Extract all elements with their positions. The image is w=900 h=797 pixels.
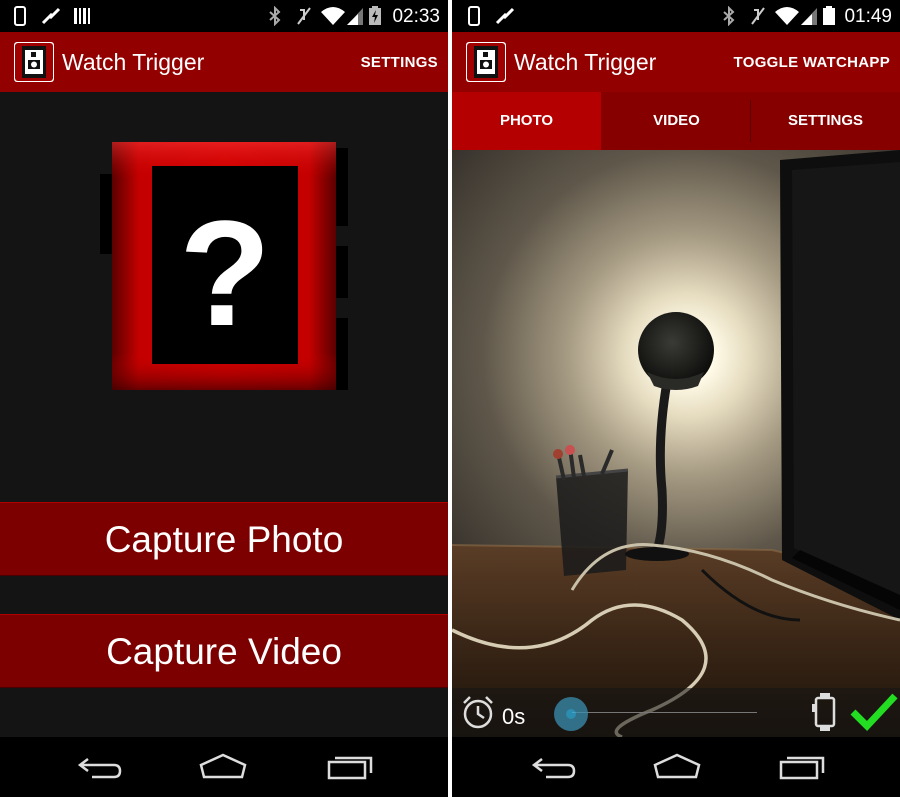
wifi-icon (775, 7, 799, 25)
settings-button[interactable]: SETTINGS (361, 54, 438, 71)
status-time: 01:49 (844, 6, 892, 27)
status-bar: 01:49 (452, 0, 900, 32)
phone-icon (468, 6, 480, 26)
phone-icon (14, 6, 26, 26)
phone-screen-main: 02:33 Watch Trigger SETTINGS ? Capture P… (0, 0, 448, 797)
alarm-clock-icon[interactable] (460, 694, 496, 730)
recent-apps-icon[interactable] (325, 751, 375, 783)
bluetooth-icon (269, 6, 281, 26)
phone-screen-camera: 01:49 Watch Trigger TOGGLE WATCHAPP PHOT… (452, 0, 900, 797)
tab-video[interactable]: VIDEO (602, 92, 751, 150)
status-time: 02:33 (392, 6, 440, 27)
battery-charging-icon (369, 6, 381, 25)
action-bar: Watch Trigger TOGGLE WATCHAPP (452, 32, 900, 92)
back-icon[interactable] (76, 751, 126, 783)
camera-viewfinder[interactable] (452, 150, 900, 737)
battery-icon (823, 6, 835, 25)
app-logo[interactable] (14, 42, 54, 82)
watch-camera-logo-icon (15, 43, 53, 81)
app-title: Watch Trigger (62, 49, 205, 75)
watch-camera-logo-icon (467, 43, 505, 81)
wifi-icon (321, 7, 345, 25)
tab-photo[interactable]: PHOTO (452, 92, 601, 150)
recent-apps-icon[interactable] (777, 751, 827, 783)
home-icon[interactable] (652, 751, 702, 783)
capture-photo-button[interactable]: Capture Photo (0, 502, 448, 576)
watch-icon[interactable] (812, 692, 838, 732)
app-logo[interactable] (466, 42, 506, 82)
barcode-icon (74, 8, 90, 24)
app-title: Watch Trigger (514, 49, 657, 75)
toggle-watchapp-button[interactable]: TOGGLE WATCHAPP (734, 54, 890, 71)
vibrate-icon (297, 7, 311, 25)
bluetooth-icon (723, 6, 735, 26)
timer-slider-thumb[interactable] (554, 697, 588, 731)
usb-icon (495, 7, 515, 25)
action-bar: Watch Trigger SETTINGS (0, 32, 448, 92)
timer-slider-track[interactable] (572, 712, 757, 713)
status-bar: 02:33 (0, 0, 448, 32)
navigation-bar (452, 737, 900, 797)
pebble-watch-graphic: ? (100, 142, 348, 390)
capture-video-button[interactable]: Capture Video (0, 614, 448, 688)
signal-icon (347, 8, 363, 25)
vibrate-icon (751, 7, 765, 25)
signal-icon (801, 8, 817, 25)
usb-icon (41, 7, 61, 25)
checkmark-icon[interactable] (850, 692, 898, 732)
tab-settings[interactable]: SETTINGS (751, 92, 900, 150)
back-icon[interactable] (530, 751, 580, 783)
navigation-bar (0, 737, 448, 797)
camera-controls-bar: 0s (452, 688, 900, 737)
home-icon[interactable] (198, 751, 248, 783)
timer-value: 0s (502, 704, 526, 729)
tab-bar: PHOTO VIDEO SETTINGS (452, 92, 900, 150)
watch-question-mark: ? (179, 189, 271, 357)
